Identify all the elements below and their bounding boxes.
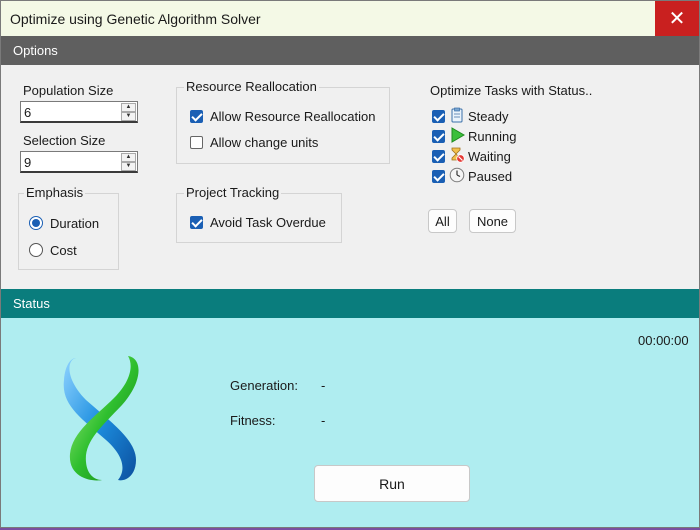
duration-radio[interactable] xyxy=(29,216,43,230)
selection-size-value: 9 xyxy=(24,155,32,170)
paused-checkbox[interactable] xyxy=(432,170,445,183)
waiting-label: Waiting xyxy=(468,149,511,164)
select-all-button[interactable]: All xyxy=(428,209,457,233)
running-checkbox[interactable] xyxy=(432,130,445,143)
waiting-checkbox[interactable] xyxy=(432,150,445,163)
running-label: Running xyxy=(468,129,517,144)
cost-radio[interactable] xyxy=(29,243,43,257)
close-icon: ✕ xyxy=(668,8,686,30)
run-button[interactable]: Run xyxy=(314,465,470,502)
project-tracking-title: Project Tracking xyxy=(184,185,282,200)
duration-label: Duration xyxy=(50,216,100,231)
spin-down-icon[interactable]: ▼ xyxy=(121,112,136,121)
allow-reallocation-label: Allow Resource Reallocation xyxy=(210,109,376,124)
task-status-title: Optimize Tasks with Status.. xyxy=(430,83,593,98)
status-header-label: Status xyxy=(13,296,50,311)
hourglass-icon xyxy=(451,147,465,163)
allow-change-units-label: Allow change units xyxy=(210,135,319,150)
avoid-overdue-label: Avoid Task Overdue xyxy=(210,215,326,230)
clock-icon xyxy=(449,167,465,183)
window-title: Optimize using Genetic Algorithm Solver xyxy=(10,10,261,27)
generation-value: - xyxy=(321,378,326,393)
resource-reallocation-title: Resource Reallocation xyxy=(184,79,319,94)
allow-reallocation-checkbox[interactable] xyxy=(190,110,203,123)
status-header: Status xyxy=(1,289,699,318)
paused-label: Paused xyxy=(468,169,513,184)
cost-label: Cost xyxy=(50,243,77,258)
steady-label: Steady xyxy=(468,109,509,124)
options-header: Options xyxy=(1,36,699,65)
spin-down-icon[interactable]: ▼ xyxy=(121,162,136,171)
population-size-spinner[interactable]: 6 ▲ ▼ xyxy=(20,101,138,123)
dna-helix-icon xyxy=(63,356,139,481)
steady-checkbox[interactable] xyxy=(432,110,445,123)
options-header-label: Options xyxy=(13,43,58,58)
spin-up-icon[interactable]: ▲ xyxy=(121,103,136,112)
select-none-button[interactable]: None xyxy=(469,209,516,233)
clipboard-icon xyxy=(451,107,463,123)
title-bar: Optimize using Genetic Algorithm Solver … xyxy=(1,1,699,36)
elapsed-timer: 00:00:00 xyxy=(638,333,689,348)
generation-label: Generation: xyxy=(230,378,298,393)
play-icon xyxy=(451,127,465,143)
status-panel: 00:00:00 Generation: - Fitness: - Run xyxy=(1,318,699,527)
resource-reallocation-group xyxy=(176,87,390,164)
fitness-value: - xyxy=(321,413,326,428)
population-size-label: Population Size xyxy=(23,83,114,98)
close-button[interactable]: ✕ xyxy=(655,1,699,36)
selection-size-label: Selection Size xyxy=(23,133,106,148)
fitness-label: Fitness: xyxy=(230,413,276,428)
selection-size-spinner[interactable]: 9 ▲ ▼ xyxy=(20,151,138,173)
spin-up-icon[interactable]: ▲ xyxy=(121,153,136,162)
emphasis-group xyxy=(18,193,119,270)
emphasis-title: Emphasis xyxy=(24,185,86,200)
population-size-value: 6 xyxy=(24,105,32,120)
optimizer-window: Optimize using Genetic Algorithm Solver … xyxy=(0,0,700,528)
allow-change-units-checkbox[interactable] xyxy=(190,136,203,149)
avoid-overdue-checkbox[interactable] xyxy=(190,216,203,229)
